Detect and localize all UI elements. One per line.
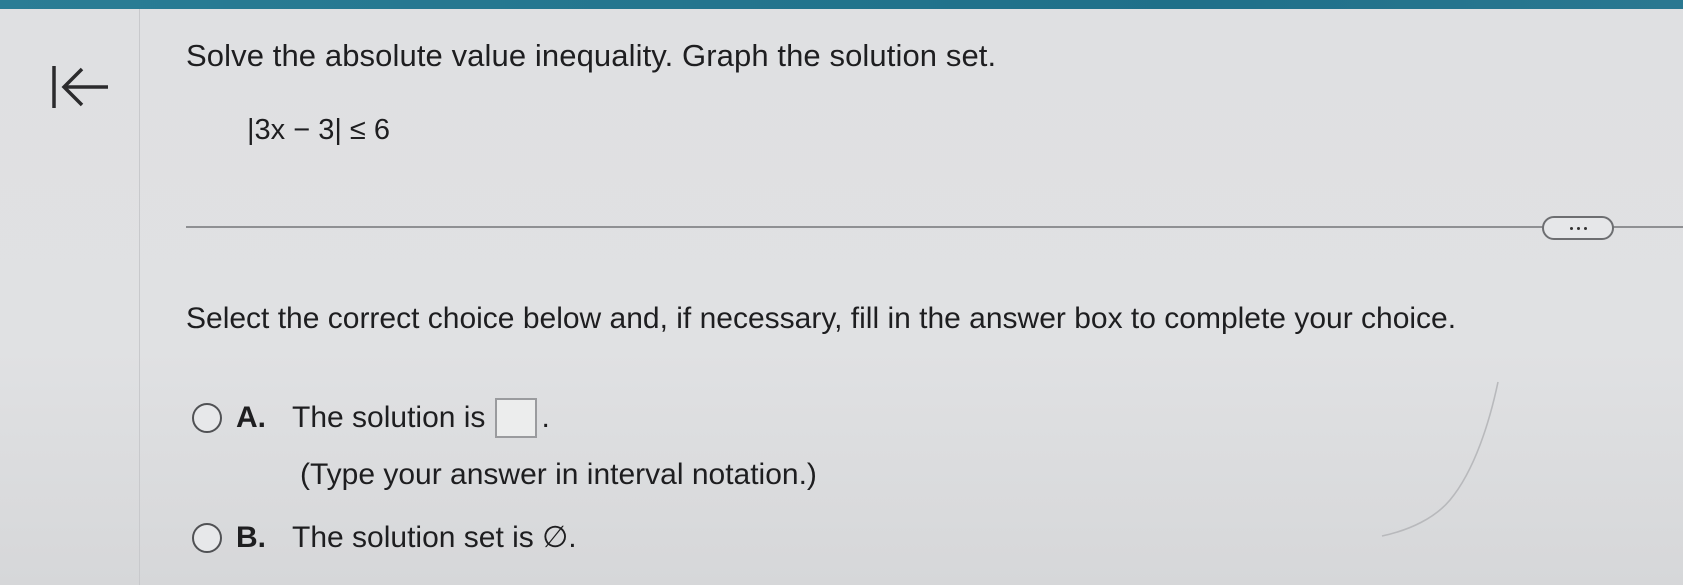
stray-pen-mark <box>1381 381 1499 537</box>
top-accent-bar <box>0 0 1683 9</box>
dot-icon <box>1569 226 1573 230</box>
choice-a-hint: (Type your answer in interval notation.) <box>300 458 817 491</box>
choice-a-text: The solution is <box>292 401 486 434</box>
instruction-text: Select the correct choice below and, if … <box>186 302 1457 335</box>
choice-b[interactable]: B. The solution set is ∅. <box>192 520 577 555</box>
choice-a-period: . <box>541 401 550 434</box>
choice-a-radio[interactable] <box>192 403 222 433</box>
inequality-expression: |3x − 3| ≤ 6 <box>247 114 391 146</box>
back-to-start-icon[interactable] <box>50 62 114 114</box>
dot-icon <box>1583 226 1587 230</box>
choice-b-text: The solution set is ∅. <box>292 521 577 554</box>
dot-icon <box>1576 226 1580 230</box>
choice-a-letter: A. <box>236 401 266 434</box>
answer-input-box[interactable] <box>495 398 538 438</box>
choice-a[interactable]: A. The solution is . <box>192 398 550 438</box>
question-title: Solve the absolute value inequality. Gra… <box>186 38 997 73</box>
more-options-button[interactable] <box>1542 216 1614 240</box>
section-divider <box>186 226 1683 228</box>
choice-b-letter: B. <box>236 520 266 554</box>
choice-b-radio[interactable] <box>192 522 222 553</box>
